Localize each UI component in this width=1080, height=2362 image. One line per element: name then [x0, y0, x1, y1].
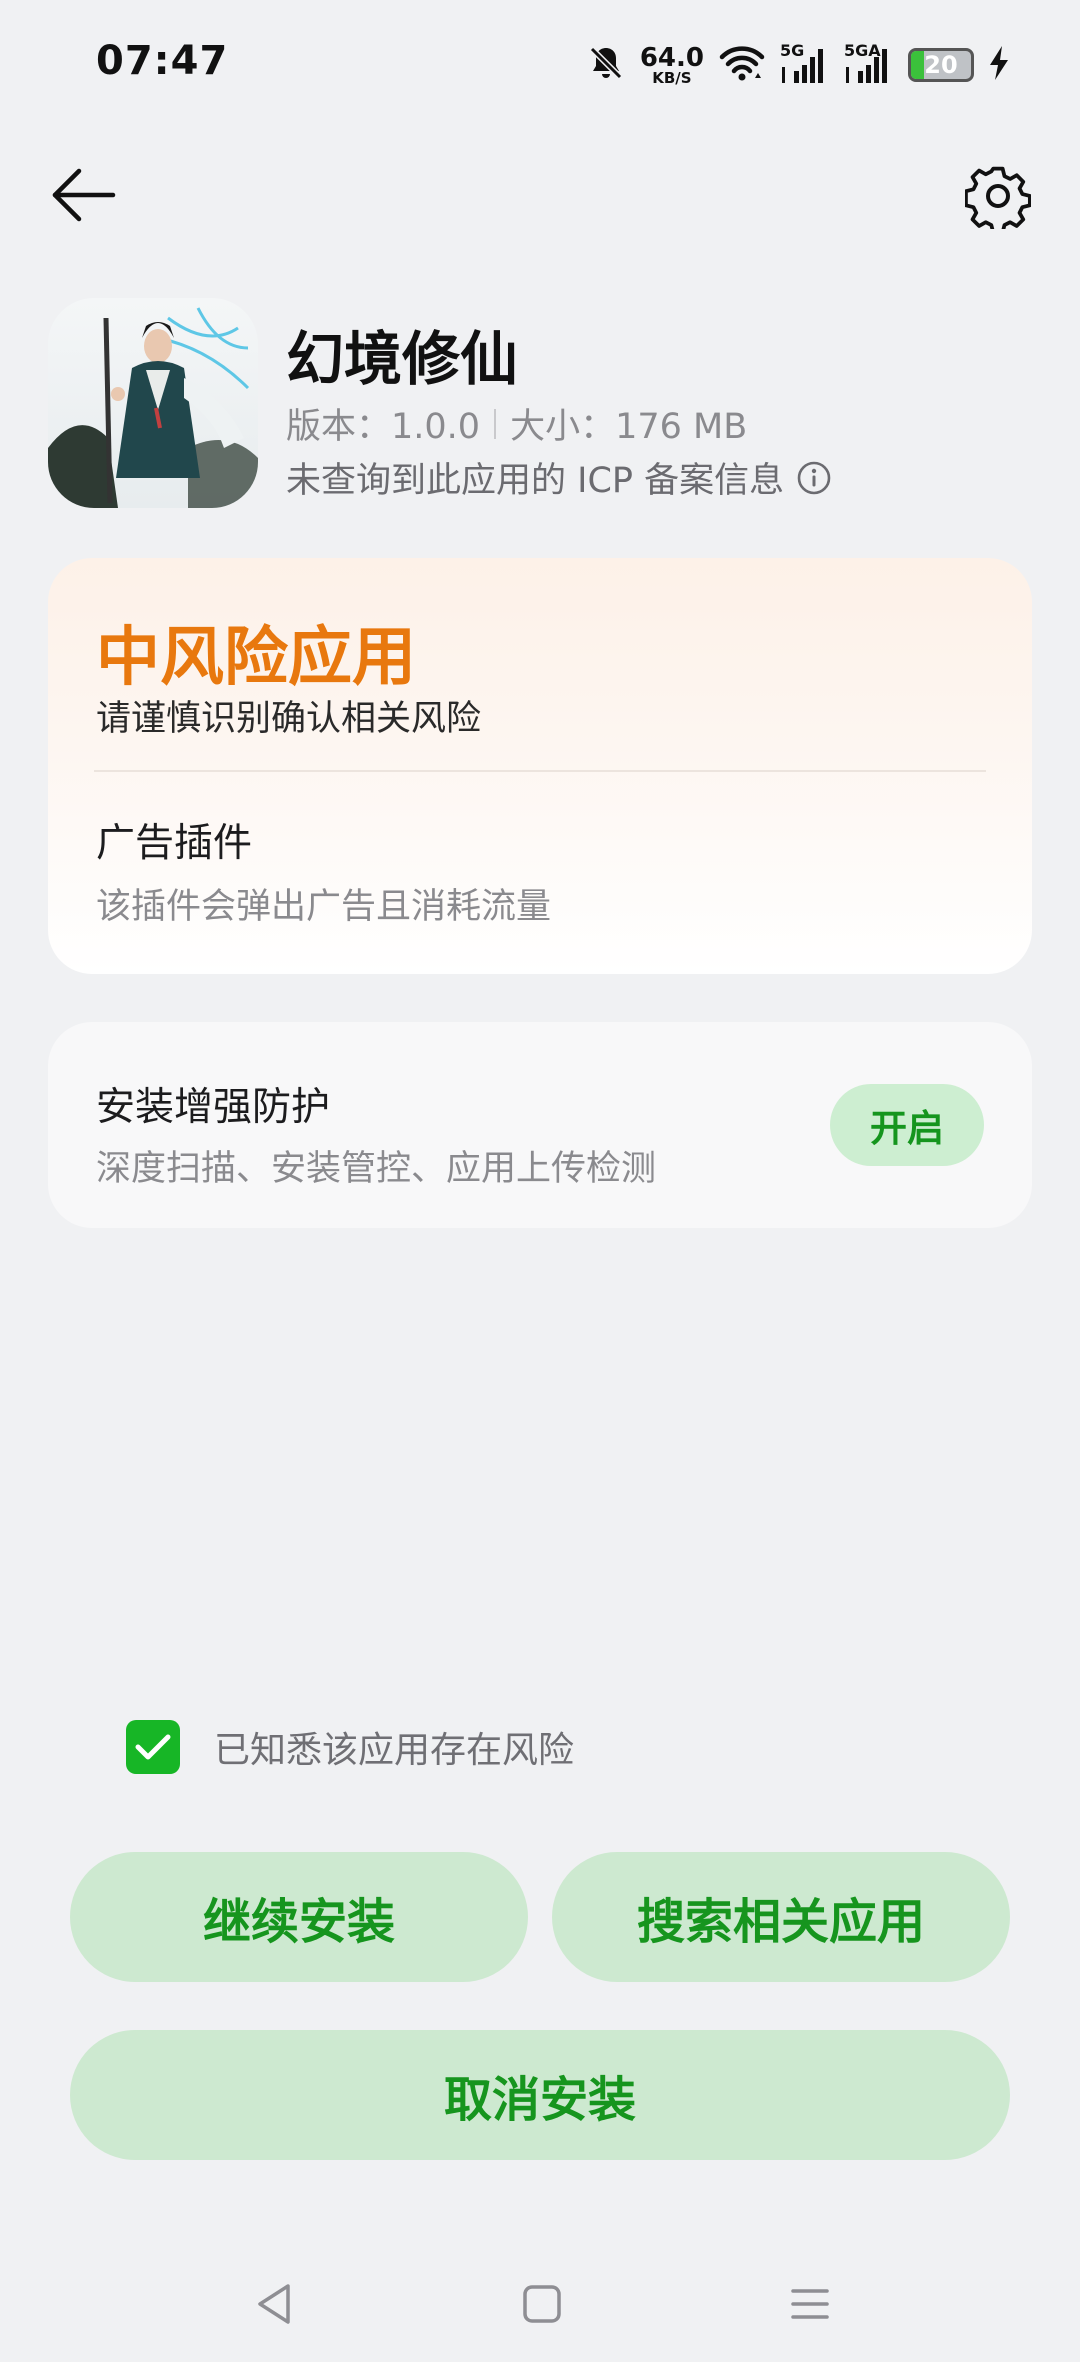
info-icon[interactable] [796, 460, 832, 496]
acknowledge-checkbox[interactable] [126, 1720, 180, 1774]
app-meta: 版本：1.0.0 大小：176 MB [286, 398, 747, 449]
risk-card: 中风险应用 请谨慎识别确认相关风险 广告插件 该插件会弹出广告且消耗流量 [48, 558, 1032, 974]
divider [94, 770, 986, 772]
menu-lines-icon [791, 2289, 829, 2319]
nav-back-button[interactable] [244, 2274, 304, 2334]
net-speed: 64.0 KB/S [640, 45, 704, 86]
enable-protection-button[interactable]: 开启 [830, 1084, 984, 1166]
square-home-icon [523, 2285, 561, 2323]
install-risk-page: 07:47 64.0 KB/S 5G 5GA 20 幻境修仙 版本：1.0.0 … [0, 0, 1080, 2362]
status-icons: 64.0 KB/S 5G 5GA 20 [586, 40, 1010, 90]
app-version: 版本：1.0.0 [286, 407, 481, 447]
acknowledge-label: 已知悉该应用存在风险 [214, 1730, 575, 1771]
protection-title: 安装增强防护 [96, 1085, 331, 1130]
signal-icon: 5GA [844, 41, 894, 85]
icp-notice-text: 未查询到此应用的 ICP 备案信息 [286, 461, 785, 501]
mute-bell-icon [586, 43, 626, 87]
app-size: 大小：176 MB [510, 407, 748, 447]
cancel-install-button[interactable]: 取消安装 [70, 2030, 1010, 2160]
meta-divider [494, 408, 497, 439]
battery-icon: 20 [908, 48, 974, 82]
status-time: 07:47 [96, 38, 229, 84]
nav-recents-button[interactable] [780, 2274, 840, 2334]
protection-card: 安装增强防护 深度扫描、安装管控、应用上传检测 开启 [48, 1022, 1032, 1228]
search-related-apps-button[interactable]: 搜索相关应用 [552, 1852, 1010, 1982]
system-nav-bar [0, 2240, 1080, 2350]
risk-item-title: 广告插件 [96, 821, 253, 866]
charging-icon [988, 45, 1010, 85]
net-speed-value: 64.0 [639, 42, 704, 73]
arrow-left-icon [52, 168, 116, 222]
net-speed-unit: KB/S [652, 68, 692, 87]
signal-icon: 5G [780, 41, 830, 85]
protection-desc: 深度扫描、安装管控、应用上传检测 [96, 1149, 657, 1189]
wifi-icon [718, 43, 766, 87]
continue-install-button[interactable]: 继续安装 [70, 1852, 528, 1982]
battery-level: 20 [924, 51, 958, 79]
risk-level-title: 中风险应用 [96, 621, 416, 695]
risk-subtitle: 请谨慎识别确认相关风险 [96, 699, 482, 739]
checkmark-icon [135, 1734, 171, 1760]
nav-home-button[interactable] [512, 2274, 572, 2334]
acknowledge-row[interactable]: 已知悉该应用存在风险 [126, 1720, 574, 1774]
settings-button[interactable] [960, 158, 1036, 234]
triangle-back-icon [258, 2284, 290, 2324]
back-button[interactable] [44, 160, 124, 230]
app-icon [48, 298, 258, 508]
icp-notice[interactable]: 未查询到此应用的 ICP 备案信息 [286, 452, 832, 503]
app-name: 幻境修仙 [286, 325, 519, 393]
gear-icon [965, 166, 1031, 229]
status-bar: 07:47 64.0 KB/S 5G 5GA 20 [0, 0, 1080, 130]
risk-item-desc: 该插件会弹出广告且消耗流量 [96, 887, 552, 927]
